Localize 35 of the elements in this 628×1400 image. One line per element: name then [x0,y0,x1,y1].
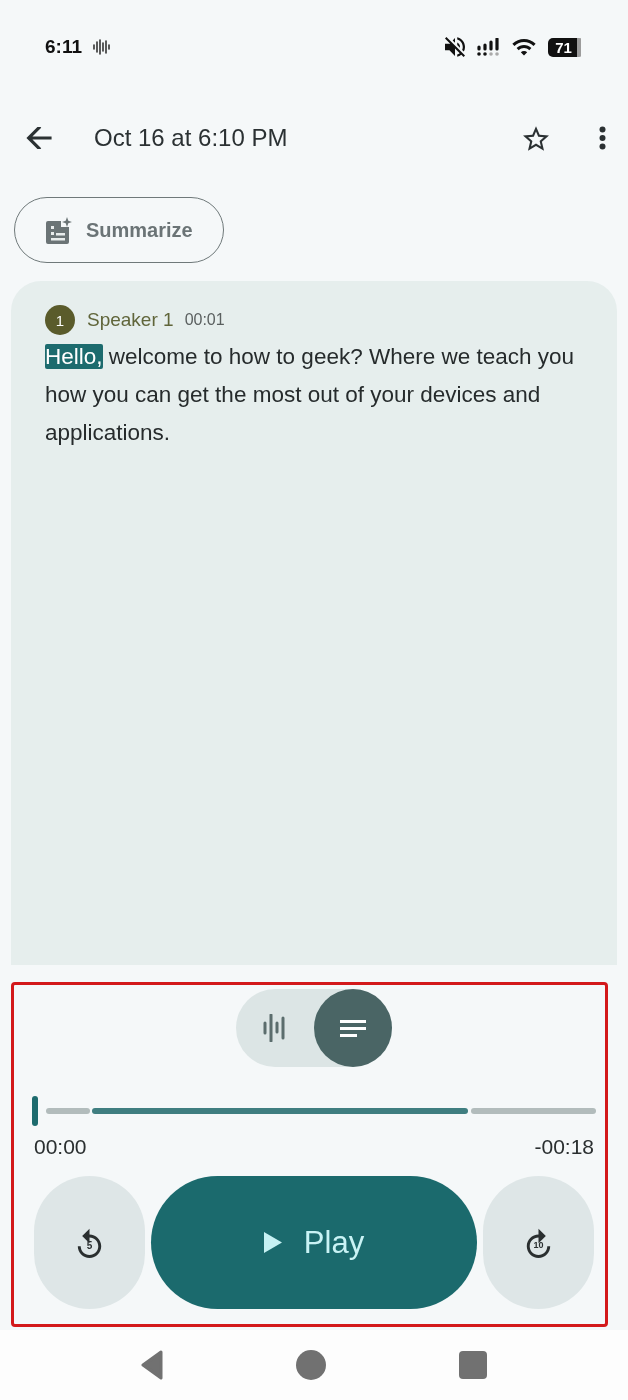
waveform-icon [263,1014,287,1042]
more-vertical-icon [599,126,606,150]
waveform-icon [93,39,111,55]
square-recents-icon [459,1351,487,1379]
signal-icon [477,38,500,56]
speaker-name: Speaker 1 [87,309,174,331]
home-button[interactable] [296,1350,326,1380]
wifi-icon [512,38,536,56]
back-nav-button[interactable] [141,1350,163,1380]
more-options-button[interactable] [599,126,606,150]
star-button[interactable] [523,125,549,151]
transcript-text: Hello, welcome to how to geek? Where we teach you how you can get the most out of your devices and applications. [45,343,576,447]
rewind-button[interactable]: 5 [34,1176,145,1309]
fast-forward-button[interactable]: 10 [483,1176,594,1309]
text-lines-icon [340,1019,366,1037]
mute-icon [445,37,465,57]
status-time: 6:11 [45,36,82,58]
play-icon [263,1232,282,1253]
battery-indicator: 71 [548,37,584,57]
track-segment [46,1108,90,1114]
document-sparkle-icon [46,216,72,244]
circle-home-icon [296,1350,326,1380]
back-button[interactable] [26,127,52,149]
speaker-badge: 1 [45,305,75,335]
remaining-time: -00:18 [534,1135,594,1159]
elapsed-time: 00:00 [34,1135,87,1159]
recording-title: Oct 16 at 6:10 PM [94,124,289,152]
triangle-back-icon [141,1350,163,1380]
timestamp: 00:01 [184,311,225,329]
arrow-left-icon [26,127,52,149]
rewind-icon: 5 [75,1227,104,1258]
seek-thumb[interactable] [32,1096,38,1126]
seek-bar[interactable] [32,1096,596,1126]
play-button[interactable]: Play [151,1176,477,1309]
forward-icon: 10 [524,1227,553,1258]
